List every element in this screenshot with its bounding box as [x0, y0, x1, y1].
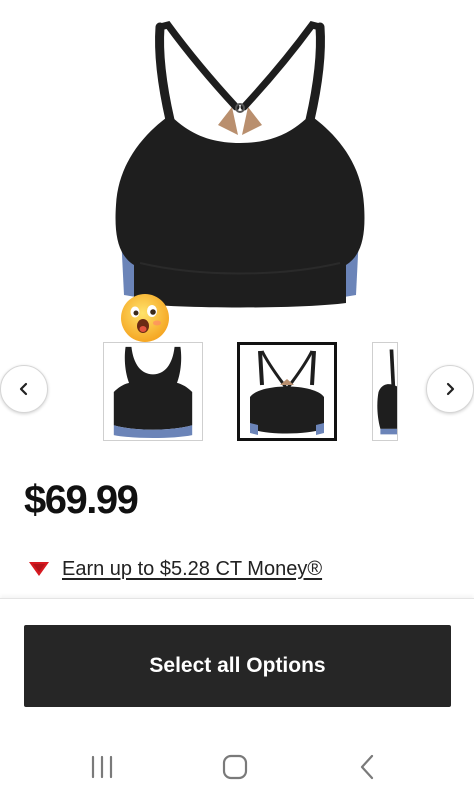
chevron-right-icon — [446, 382, 455, 396]
carousel-prev-button[interactable] — [0, 365, 48, 413]
sports-bra-thumbnail-side — [377, 349, 397, 435]
red-triangle-icon — [29, 562, 49, 576]
product-price: $69.99 — [24, 478, 139, 522]
carousel-next-button[interactable] — [426, 365, 474, 413]
home-button[interactable] — [215, 747, 255, 787]
bottom-action-bar: Select all Options — [0, 598, 474, 725]
ct-money-link[interactable]: Earn up to $5.28 CT Money® — [62, 558, 322, 581]
system-navigation-bar — [0, 725, 474, 800]
image-carousel — [0, 335, 474, 450]
select-options-button[interactable]: Select all Options — [24, 625, 451, 707]
thumbnail-front[interactable] — [103, 342, 203, 441]
product-hero-image — [115, 21, 365, 308]
ct-money-reward: Earn up to $5.28 CT Money® — [28, 556, 322, 582]
chevron-left-icon — [19, 382, 28, 396]
home-icon — [222, 754, 248, 780]
sports-bra-thumbnail-front — [113, 346, 193, 439]
back-button[interactable] — [348, 747, 388, 787]
sports-bra-thumbnail-back — [250, 350, 324, 435]
thumbnail-side[interactable] — [372, 342, 398, 441]
recents-icon — [91, 755, 113, 779]
back-icon — [360, 754, 374, 780]
recents-button[interactable] — [82, 747, 122, 787]
thumbnail-back-selected[interactable] — [237, 342, 337, 441]
